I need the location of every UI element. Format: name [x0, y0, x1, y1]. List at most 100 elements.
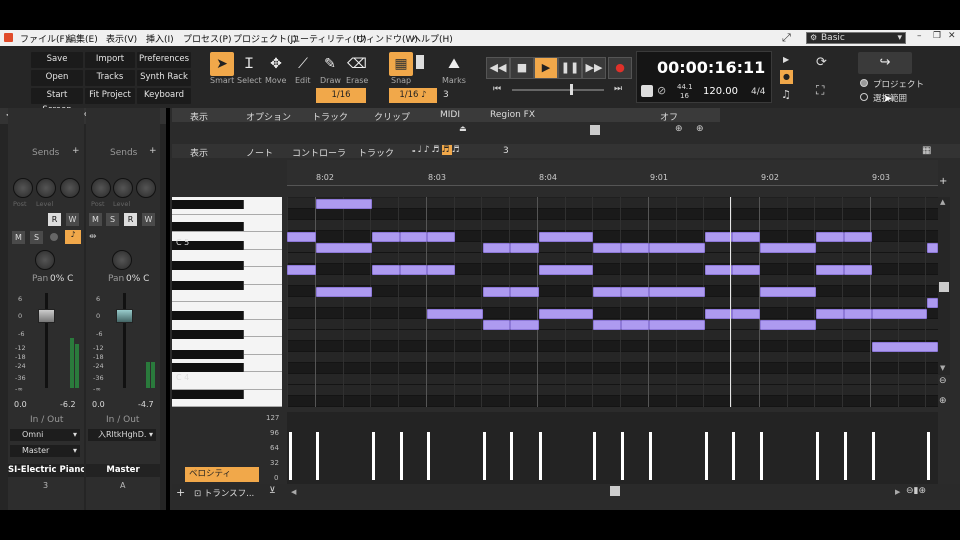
collapse-up-icon[interactable]: ⏏	[459, 124, 467, 133]
black-key[interactable]	[172, 350, 244, 359]
pan-value[interactable]: 0% C	[126, 274, 149, 284]
midi-note[interactable]	[816, 232, 844, 242]
send-pan-knob[interactable]	[136, 178, 156, 198]
punch-icon[interactable]: ●	[780, 70, 793, 84]
midi-note[interactable]	[483, 287, 510, 297]
h-zoom-icons[interactable]: ⊖▮⊕	[906, 486, 926, 496]
midi-note[interactable]	[510, 320, 539, 330]
loop-icon[interactable]: ⟳	[816, 55, 827, 70]
h-scroll-thumb[interactable]	[590, 125, 600, 135]
fit-project-button[interactable]: Fit Project	[85, 88, 135, 104]
record-button[interactable]: ●	[608, 57, 632, 79]
menu-edit[interactable]: 編集(E)	[67, 32, 98, 45]
snap-divisor[interactable]: 3	[443, 90, 449, 100]
midi-note[interactable]	[760, 287, 816, 297]
zoom-out-icon[interactable]: ⊕	[696, 124, 704, 134]
midi-note[interactable]	[816, 309, 844, 319]
output-select[interactable]: Master ▾	[10, 445, 80, 457]
velocity-bar[interactable]	[510, 432, 513, 480]
position-slider[interactable]	[512, 89, 604, 91]
v-scroll-thumb[interactable]	[939, 282, 949, 292]
scroll-down-icon[interactable]: ▼	[940, 364, 945, 372]
menu-window[interactable]: ウィンドウ(W)	[357, 32, 418, 45]
midi-note[interactable]	[649, 243, 705, 253]
read-automation-button[interactable]: R	[48, 213, 61, 226]
velocity-lane[interactable]	[287, 412, 938, 484]
export-button[interactable]: ↪	[858, 52, 912, 74]
fit-icon[interactable]: ⛶	[816, 83, 824, 98]
rewind-button[interactable]: ◀◀	[486, 57, 510, 79]
h-scroll-thumb-bottom[interactable]	[610, 486, 620, 496]
menu-file[interactable]: ファイル(F)	[20, 32, 68, 45]
midi-note[interactable]	[427, 265, 455, 275]
send-knob[interactable]	[13, 178, 33, 198]
midi-note[interactable]	[316, 243, 372, 253]
volume-value[interactable]: 0.0	[92, 400, 105, 409]
velocity-bar[interactable]	[289, 432, 292, 480]
send-pan-knob[interactable]	[60, 178, 80, 198]
stop-button[interactable]: ■	[510, 57, 534, 79]
midi-note[interactable]	[732, 232, 760, 242]
midi-note[interactable]	[760, 320, 816, 330]
metronome-icon[interactable]: ♫	[781, 88, 791, 101]
dropout-icon[interactable]: ⊘	[657, 84, 666, 97]
menu-view-2[interactable]: 表示	[190, 146, 208, 159]
arm-icon[interactable]	[50, 233, 58, 241]
mode-label[interactable]: オフ	[660, 110, 678, 123]
menu-process[interactable]: プロセス(P)	[183, 32, 231, 45]
menu-view[interactable]: 表示(V)	[106, 32, 137, 45]
workspace-select[interactable]: ⚙ Basic ▾	[806, 32, 906, 44]
midi-note[interactable]	[539, 265, 593, 275]
v-zoom-out-icon[interactable]: ⊖	[939, 376, 947, 386]
velocity-lane-label[interactable]: ベロシティ	[185, 467, 259, 482]
midi-note[interactable]	[872, 342, 938, 352]
send-knob[interactable]	[91, 178, 111, 198]
lane-menu-icon[interactable]: ⊻	[269, 486, 276, 496]
level-knob[interactable]	[113, 178, 133, 198]
midi-note[interactable]	[732, 309, 760, 319]
time-ruler[interactable]	[287, 160, 938, 186]
scroll-up-icon[interactable]: ▲	[940, 198, 945, 206]
black-key[interactable]	[172, 200, 244, 209]
tool-resolution[interactable]: 1/16	[316, 88, 366, 103]
track-name[interactable]: SI-Electric Piano	[8, 464, 84, 477]
move-tool-button[interactable]: ✥	[264, 52, 288, 76]
midi-note[interactable]	[372, 232, 400, 242]
velocity-bar[interactable]	[483, 432, 486, 480]
velocity-bar[interactable]	[927, 432, 930, 480]
black-key[interactable]	[172, 363, 244, 372]
midi-note[interactable]	[539, 232, 593, 242]
pause-button[interactable]: ❚❚	[558, 57, 582, 79]
velocity-bar[interactable]	[816, 432, 819, 480]
read-automation-button[interactable]: R	[124, 213, 137, 226]
menu-insert[interactable]: 挿入(I)	[146, 32, 174, 45]
start-screen-button[interactable]: Start Screen	[31, 88, 83, 115]
add-send-icon[interactable]: +	[149, 146, 157, 156]
menu-tracks-2[interactable]: トラック	[358, 146, 394, 159]
draw-tool-button[interactable]: ✎	[318, 52, 342, 76]
peak-value[interactable]: -4.7	[138, 400, 154, 409]
midi-note[interactable]	[649, 287, 705, 297]
midi-note[interactable]	[593, 243, 621, 253]
input-select[interactable]: Omni ▾	[10, 429, 80, 441]
midi-note[interactable]	[400, 265, 427, 275]
velocity-bar[interactable]	[539, 432, 542, 480]
mono-stereo-icon[interactable]: ⇹	[89, 232, 97, 242]
midi-note[interactable]	[593, 287, 621, 297]
transform-tool-button[interactable]: ⊡ トランスフ...	[194, 487, 254, 499]
menu-utility[interactable]: ユーティリティ(U)	[291, 32, 367, 45]
menu-midi[interactable]: MIDI	[440, 110, 460, 120]
midi-note[interactable]	[287, 232, 316, 242]
midi-note[interactable]	[649, 320, 705, 330]
midi-note[interactable]	[621, 320, 649, 330]
open-button[interactable]: Open	[31, 70, 83, 86]
time-readout[interactable]: 00:00:16:11	[657, 58, 765, 77]
triplet-divisor[interactable]: 3	[503, 146, 509, 156]
black-key[interactable]	[172, 281, 244, 290]
play-small-icon[interactable]: ▶	[783, 55, 789, 64]
midi-note[interactable]	[287, 265, 316, 275]
pan-value[interactable]: 0% C	[50, 274, 73, 284]
write-automation-button[interactable]: W	[142, 213, 155, 226]
save-button[interactable]: Save	[31, 52, 83, 68]
midi-note[interactable]	[760, 243, 816, 253]
